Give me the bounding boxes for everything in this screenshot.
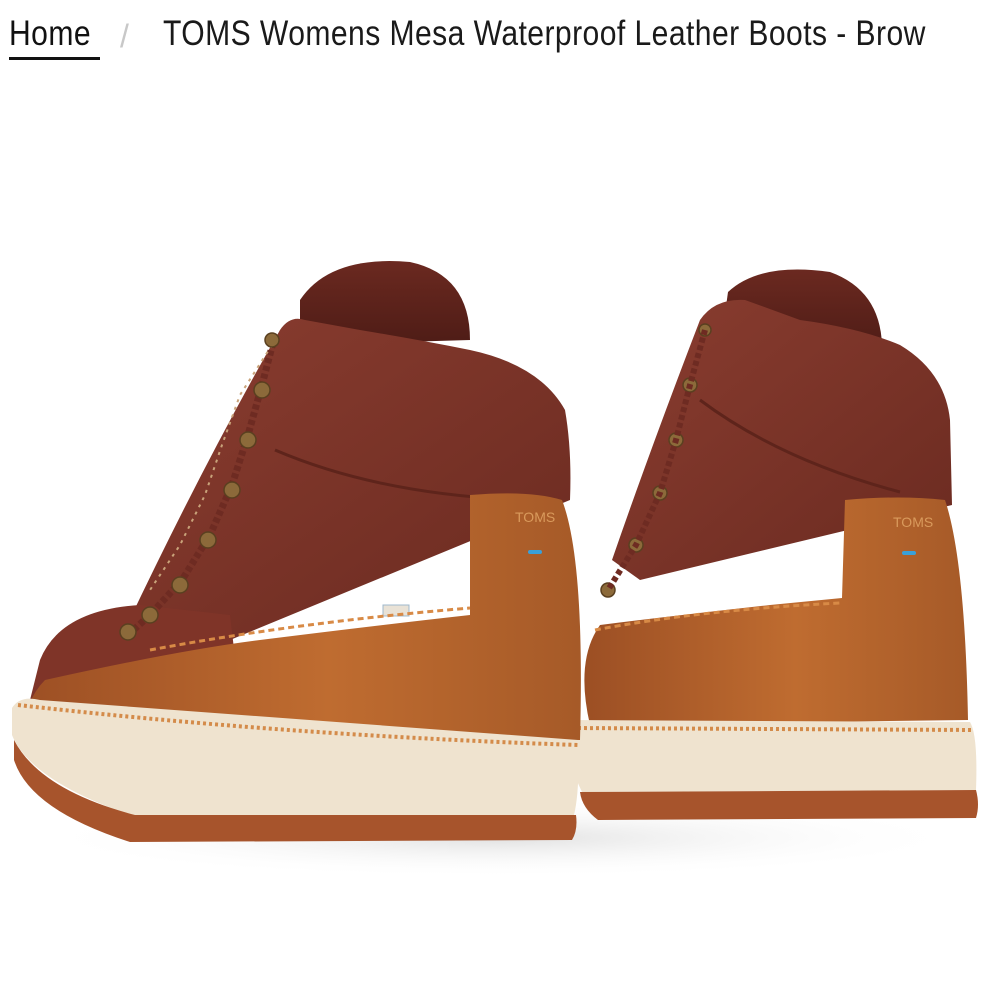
right-boot-outsole (580, 790, 978, 820)
right-boot: TOMS (567, 269, 978, 820)
breadcrumb-home-underline (9, 57, 100, 60)
boots-illustration: TOMS TOMS (12, 261, 978, 878)
right-boot-blue-tab (902, 551, 916, 555)
breadcrumb-home-link[interactable]: Home (9, 12, 91, 56)
breadcrumb-separator: / (120, 18, 129, 54)
left-boot-side-flag (382, 604, 410, 617)
left-boot-heel-logo: TOMS (515, 509, 555, 525)
right-boot-heel-logo: TOMS (893, 514, 933, 530)
left-boot-blue-tab (528, 550, 542, 554)
breadcrumb: Home / TOMS Womens Mesa Waterproof Leath… (0, 0, 1000, 70)
left-boot: TOMS (12, 261, 581, 842)
product-image[interactable]: TOMS TOMS (0, 80, 1000, 1000)
breadcrumb-current-page: TOMS Womens Mesa Waterproof Leather Boot… (163, 14, 926, 53)
